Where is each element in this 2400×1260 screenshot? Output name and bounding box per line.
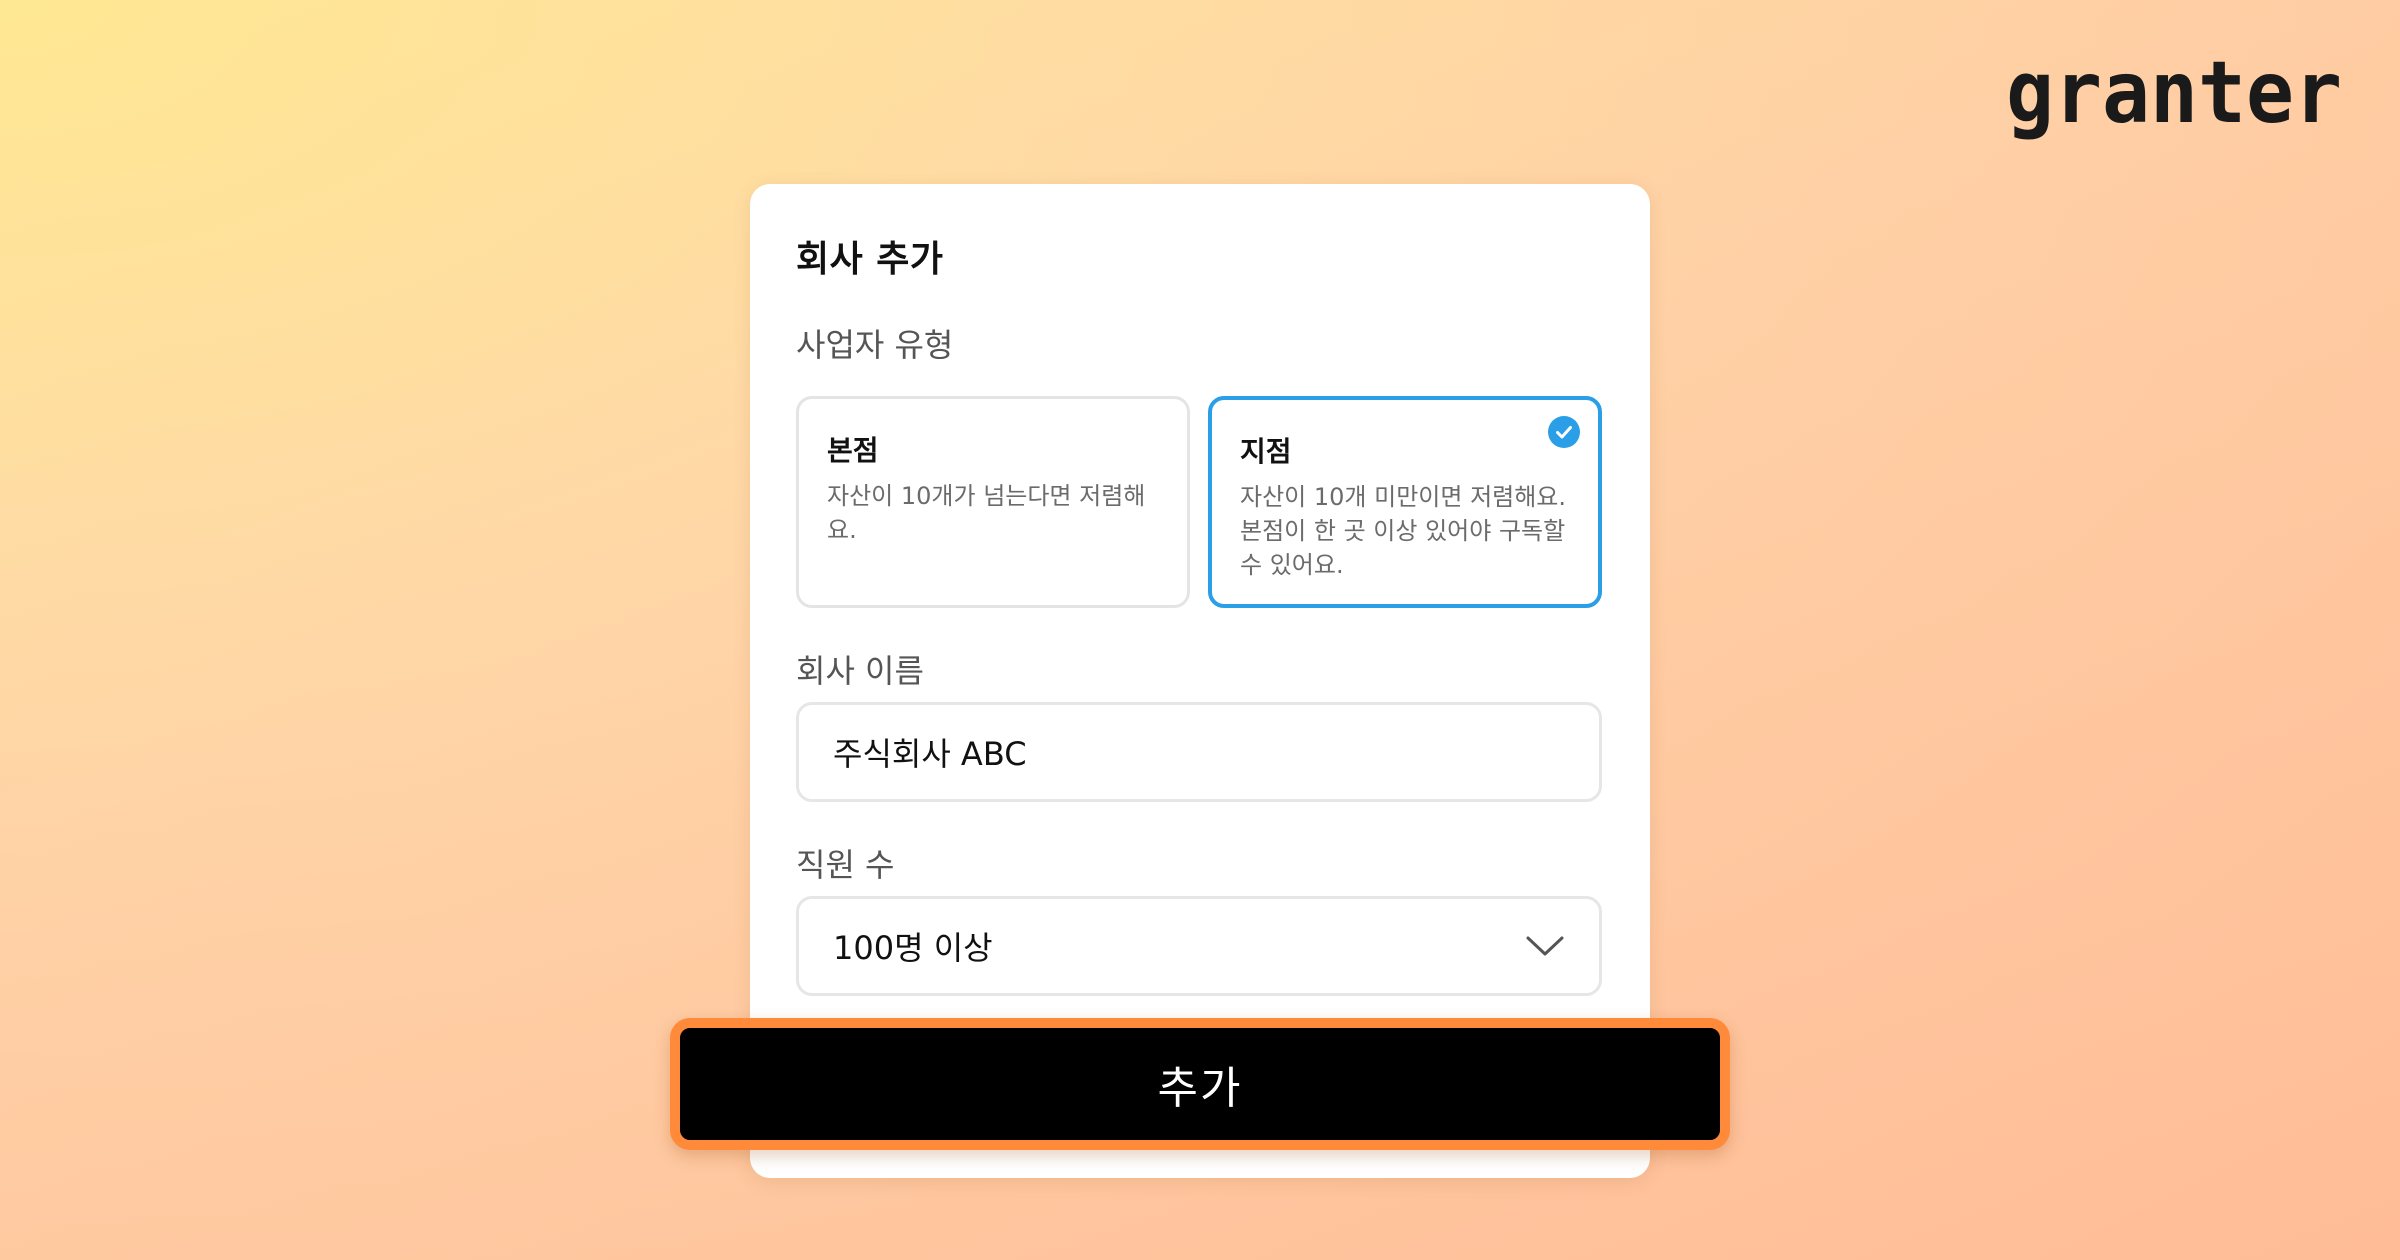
employee-count-label: 직원 수 bbox=[796, 846, 895, 884]
granter-logo: granter bbox=[2006, 52, 2342, 150]
business-type-option-head-office[interactable]: 본점 자산이 10개가 넘는다면 저렴해요. bbox=[796, 396, 1190, 608]
company-name-label: 회사 이름 bbox=[796, 652, 924, 690]
check-circle-icon bbox=[1548, 416, 1580, 448]
add-button[interactable]: 추가 bbox=[670, 1018, 1730, 1150]
business-type-option-branch[interactable]: 지점 자산이 10개 미만이면 저렴해요. 본점이 한 곳 이상 있어야 구독할… bbox=[1208, 396, 1602, 608]
option-description: 자산이 10개 미만이면 저렴해요. 본점이 한 곳 이상 있어야 구독할 수 … bbox=[1240, 483, 1567, 579]
employee-count-select[interactable]: 100명 이상 bbox=[796, 896, 1602, 996]
chevron-down-icon bbox=[1525, 934, 1565, 958]
company-name-input[interactable]: 주식회사 ABC bbox=[796, 702, 1602, 802]
option-title: 본점 bbox=[827, 434, 879, 467]
company-name-value: 주식회사 ABC bbox=[833, 735, 1027, 773]
logo-text: granter bbox=[2006, 52, 2342, 143]
add-button-label: 추가 bbox=[1157, 1063, 1243, 1114]
employee-count-value: 100명 이상 bbox=[833, 929, 993, 967]
page-title: 회사 추가 bbox=[796, 239, 944, 280]
business-type-label: 사업자 유형 bbox=[796, 326, 954, 364]
option-title: 지점 bbox=[1240, 435, 1292, 468]
option-description: 자산이 10개가 넘는다면 저렴해요. bbox=[827, 482, 1146, 544]
